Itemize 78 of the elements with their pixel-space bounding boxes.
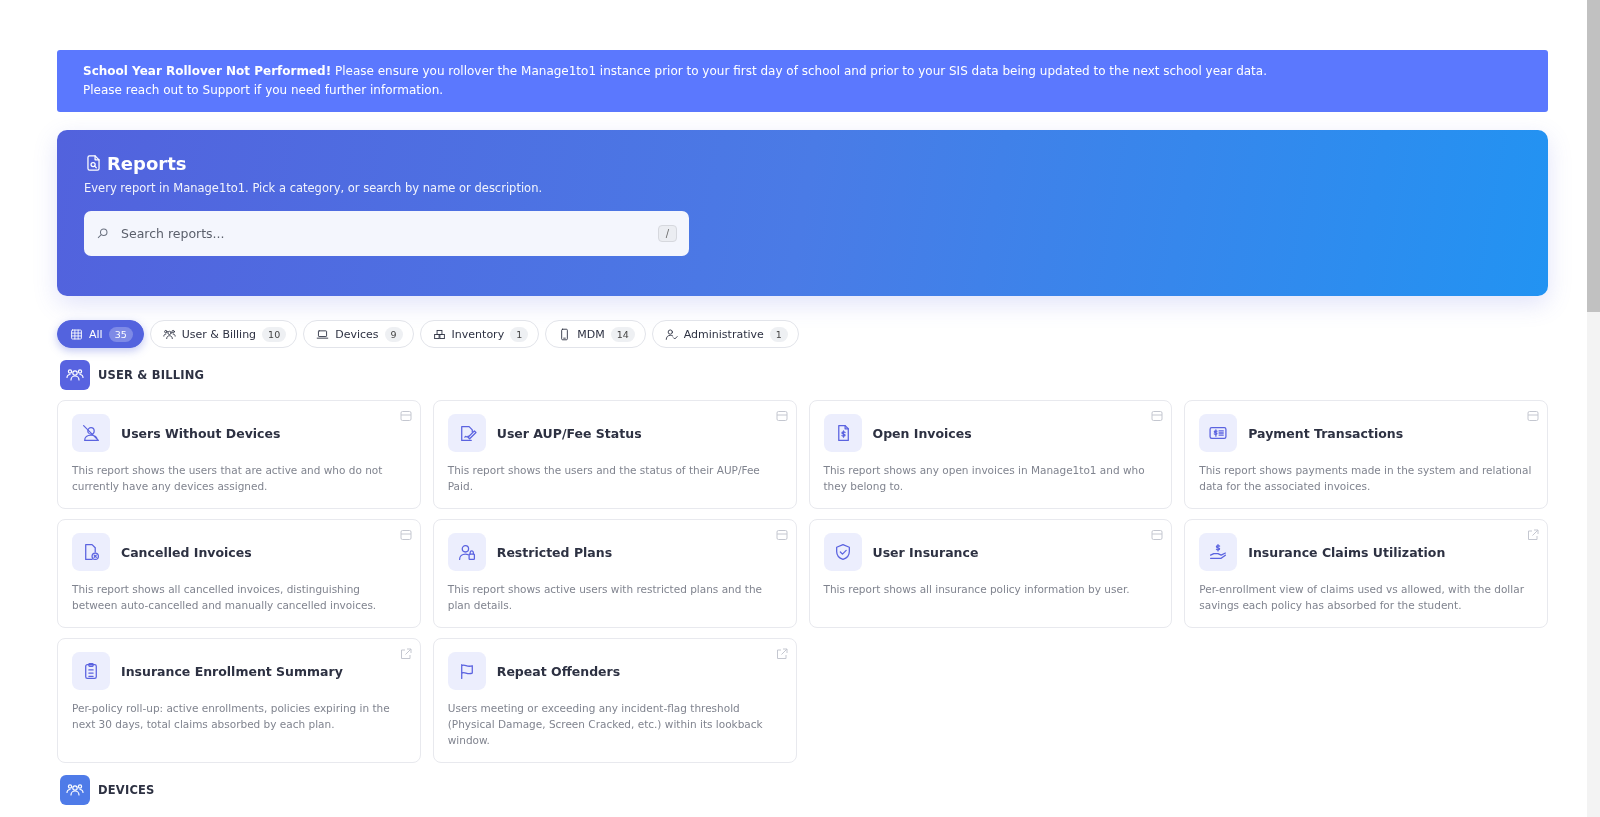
count-badge: 14: [610, 326, 635, 342]
user-check-icon: [664, 327, 678, 341]
clipboard-icon: [72, 652, 110, 690]
section-heading: USER & BILLING: [98, 368, 205, 382]
page-title: Reports: [107, 152, 187, 174]
report-description: This report shows all insurance policy information by user.: [823, 582, 1131, 597]
category-filter-tab[interactable]: User & Billing 10: [149, 320, 298, 348]
report-title: Cancelled Invoices: [121, 544, 252, 560]
report-card[interactable]: Payment Transactions This report shows payments made in the system and relational data for the associated invoices.: [1184, 400, 1548, 509]
category-filter-tab[interactable]: Devices 9: [303, 320, 414, 348]
report-description: Per-policy roll-up: active enrollments, policies expiring in the next 30 days, total claims absorbed by each plan.: [72, 701, 391, 732]
people-icon: [60, 360, 90, 390]
alert-text: Please reach out to Support if you need further information.: [83, 82, 445, 99]
report-description: This report shows any open invoices in Manage1to1 and who they belong to.: [823, 463, 1146, 494]
report-card[interactable]: Repeat Offenders Users meeting or exceeding any incident-flag threshold (Physical Damage, Screen Cracked, etc.) within its lookback window.: [432, 638, 797, 763]
document-search-icon: [84, 152, 103, 174]
category-filter-tab[interactable]: Administrative 1: [651, 320, 799, 348]
report-title: Payment Transactions: [1248, 425, 1404, 441]
external-link-icon[interactable]: [775, 648, 788, 660]
report-title: Insurance Enrollment Summary: [121, 663, 343, 679]
report-description: This report shows payments made in the system and relational data for the associated invoices.: [1199, 463, 1533, 494]
report-title: Insurance Claims Utilization: [1248, 544, 1446, 560]
panel-icon[interactable]: [775, 410, 788, 422]
panel-icon[interactable]: [1151, 410, 1164, 422]
count-badge: 1: [510, 326, 529, 342]
panel-icon[interactable]: [399, 529, 412, 541]
file-x-icon: [72, 533, 110, 571]
report-description: Users meeting or exceeding any incident-flag threshold (Physical Damage, Screen Cracked, etc.) within its lookback window.: [447, 701, 764, 748]
scrollbar-thumb[interactable]: [1587, 0, 1600, 312]
report-description: This report shows the users that are active and who do not currently have any devices assigned.: [72, 463, 384, 494]
count-badge: 35: [108, 326, 133, 342]
panel-icon[interactable]: [775, 529, 788, 541]
user-lock-icon: [447, 533, 486, 571]
report-card[interactable]: Restricted Plans This report shows active users with restricted plans and the plan details.: [432, 519, 797, 628]
report-title: User Insurance: [872, 544, 979, 560]
alert-text: School Year Rollover Not Performed! Please ensure you rollover the Manage1to1 instance prior to your first day of school and prior to your SIS data being updated to the next school year data.: [83, 63, 1268, 80]
category-filter-tab[interactable]: Inventory 1: [419, 320, 540, 348]
hand-dollar-icon: [1199, 533, 1238, 571]
signature-icon: [447, 414, 486, 452]
panel-icon[interactable]: [1151, 529, 1164, 541]
section-heading: DEVICES: [98, 783, 155, 797]
grid-icon: [70, 327, 83, 341]
report-card[interactable]: Insurance Claims Utilization Per-enrollment view of claims used vs allowed, with the dollar savings each policy has absorbed for the student.: [1184, 519, 1548, 628]
report-card[interactable]: Insurance Enrollment Summary Per-policy roll-up: active enrollments, policies expiring in the next 30 days, total claims absorbed by each plan.: [57, 638, 421, 763]
report-description: This report shows all cancelled invoices, distinguishing between auto-cancelled and manually cancelled invoices.: [72, 582, 378, 613]
shield-check-icon: [823, 533, 862, 571]
report-title: Users Without Devices: [121, 425, 281, 441]
category-filter-tab[interactable]: MDM 14: [545, 320, 646, 348]
panel-icon[interactable]: [399, 410, 412, 422]
invoice-icon: [823, 414, 862, 452]
report-description: Per-enrollment view of claims used vs allowed, with the dollar savings each policy has absorbed for the student.: [1199, 582, 1525, 613]
boxes-icon: [432, 327, 446, 341]
people-icon: [60, 775, 90, 805]
panel-icon[interactable]: [1527, 410, 1539, 422]
report-card[interactable]: Users Without Devices This report shows the users that are active and who do not currently have any devices assigned.: [57, 400, 421, 509]
cash-icon: [1199, 414, 1238, 452]
category-filter-tab[interactable]: All 35: [57, 320, 144, 348]
count-badge: 9: [384, 326, 403, 342]
report-card[interactable]: Open Invoices This report shows any open invoices in Manage1to1 and who they belong to.: [808, 400, 1173, 509]
report-description: This report shows active users with restricted plans and the plan details.: [447, 582, 763, 613]
count-badge: 1: [769, 326, 788, 342]
report-card[interactable]: User AUP/Fee Status This report shows the users and the status of their AUP/Fee Paid.: [432, 400, 797, 509]
report-title: Open Invoices: [872, 425, 972, 441]
report-title: User AUP/Fee Status: [496, 425, 642, 441]
count-badge: 10: [262, 326, 287, 342]
report-card[interactable]: Cancelled Invoices This report shows all cancelled invoices, distinguishing between auto-cancelled and manually cancelled invoices.: [57, 519, 421, 628]
report-description: This report shows the users and the status of their AUP/Fee Paid.: [447, 463, 761, 494]
report-title: Restricted Plans: [496, 544, 613, 560]
scrollbar[interactable]: [1587, 0, 1600, 817]
page-subtitle: Every report in Manage1to1. Pick a category, or search by name or description.: [84, 181, 544, 195]
people-icon: [162, 327, 176, 341]
report-card[interactable]: User Insurance This report shows all insurance policy information by user.: [808, 519, 1173, 628]
user-slash-icon: [72, 414, 110, 452]
external-link-icon[interactable]: [1527, 529, 1539, 541]
report-title: Repeat Offenders: [496, 663, 621, 679]
external-link-icon[interactable]: [399, 648, 412, 660]
laptop-icon: [316, 327, 330, 341]
flag-icon: [447, 652, 486, 690]
